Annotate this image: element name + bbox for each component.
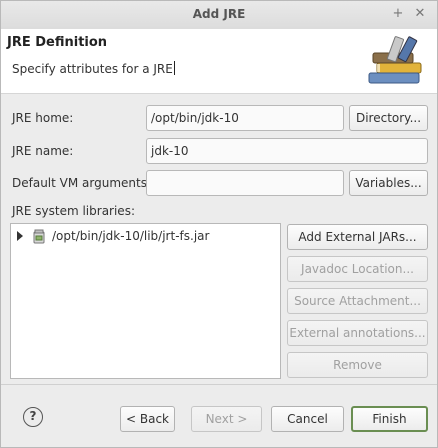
libraries-label: JRE system libraries: (12, 204, 135, 218)
next-button[interactable]: Next > (191, 406, 262, 432)
cancel-button[interactable]: Cancel (271, 406, 344, 432)
jar-icon (33, 229, 45, 244)
libraries-tree[interactable]: /opt/bin/jdk-10/lib/jrt-fs.jar (10, 223, 281, 379)
add-external-jars-button[interactable]: Add External JARs... (287, 224, 428, 250)
header-message: Specify attributes for a JRE (12, 61, 175, 76)
back-button[interactable]: < Back (120, 406, 175, 432)
close-icon[interactable]: ✕ (411, 5, 429, 23)
jre-name-field[interactable]: jdk-10 (146, 138, 428, 164)
vm-args-field[interactable] (146, 170, 344, 196)
footer-divider (1, 384, 437, 385)
header-title: JRE Definition (7, 35, 108, 50)
title-bar[interactable]: Add JRE + ✕ (1, 1, 437, 30)
remove-button[interactable]: Remove (287, 352, 428, 378)
external-annotations-button[interactable]: External annotations... (287, 320, 428, 346)
window-title: Add JRE (192, 7, 246, 21)
vm-args-label: Default VM arguments: (12, 176, 152, 190)
maximize-icon[interactable]: + (389, 5, 407, 23)
library-path: /opt/bin/jdk-10/lib/jrt-fs.jar (52, 229, 210, 243)
books-icon (368, 36, 422, 84)
help-icon[interactable]: ? (23, 407, 43, 427)
variables-button[interactable]: Variables... (349, 170, 428, 196)
expand-arrow-icon[interactable] (17, 231, 23, 241)
finish-button[interactable]: Finish (351, 406, 428, 432)
source-attachment-button[interactable]: Source Attachment... (287, 288, 428, 314)
jre-home-field[interactable]: /opt/bin/jdk-10 (146, 105, 344, 131)
add-jre-dialog: Add JRE + ✕ JRE Definition Specify attri… (0, 0, 438, 448)
dialog-header: JRE Definition Specify attributes for a … (1, 29, 437, 94)
list-item[interactable]: /opt/bin/jdk-10/lib/jrt-fs.jar (11, 228, 276, 246)
directory-button[interactable]: Directory... (349, 105, 428, 131)
jre-name-label: JRE name: (12, 144, 74, 158)
javadoc-location-button[interactable]: Javadoc Location... (287, 256, 428, 282)
jre-home-label: JRE home: (12, 111, 74, 125)
